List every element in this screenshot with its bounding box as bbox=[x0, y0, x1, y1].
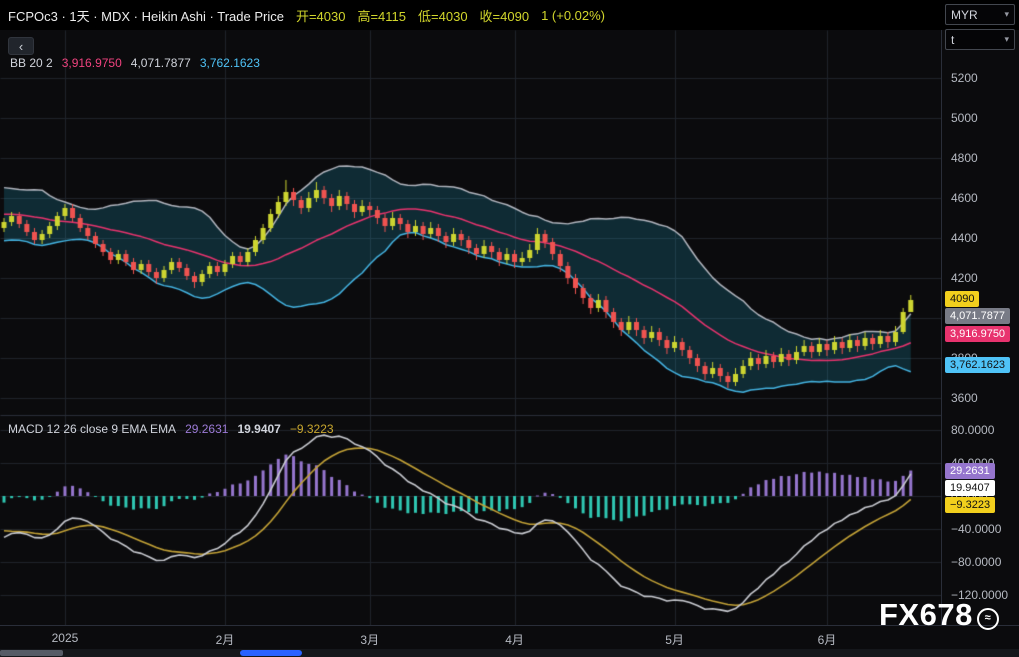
axis-tick-label: −40.0000 bbox=[951, 522, 1001, 536]
fx678-logo-icon: ≈ bbox=[977, 608, 999, 630]
price-macd-chart-canvas[interactable] bbox=[0, 30, 941, 625]
price-label-badge: 4,071.7877 bbox=[945, 308, 1010, 324]
scrollbar-handle[interactable] bbox=[240, 650, 302, 656]
chevron-down-icon: ▾ bbox=[1004, 9, 1009, 20]
time-axis-label: 2025 bbox=[52, 631, 79, 645]
axis-tick-label: 5200 bbox=[951, 71, 978, 85]
macd-line-value: 19.9407 bbox=[237, 422, 280, 436]
bollinger-upper-value: 4,071.7877 bbox=[131, 56, 191, 70]
time-axis-label: 6月 bbox=[818, 631, 837, 648]
price-label-badge: 3,916.9750 bbox=[945, 326, 1010, 342]
axis-tick-label: 4600 bbox=[951, 191, 978, 205]
horizontal-scrollbar[interactable] bbox=[0, 649, 1019, 657]
symbol-title[interactable]: FCPOc3 · 1天 · MDX · Heikin Ashi · Trade … bbox=[8, 6, 284, 25]
symbol-header: FCPOc3 · 1天 · MDX · Heikin Ashi · Trade … bbox=[0, 0, 1019, 30]
time-axis-label: 3月 bbox=[360, 631, 379, 648]
axis-tick-label: 4200 bbox=[951, 271, 978, 285]
axis-tick-label: 4800 bbox=[951, 151, 978, 165]
price-label-badge: 3,762.1623 bbox=[945, 357, 1010, 373]
price-axis[interactable]: 36003800400042004400460048005000520080.0… bbox=[941, 0, 1019, 657]
axis-tick-label: 4400 bbox=[951, 231, 978, 245]
axis-tick-label: 3600 bbox=[951, 391, 978, 405]
price-label-badge: 4090 bbox=[945, 291, 979, 307]
currency-select[interactable]: MYR ▾ bbox=[945, 4, 1015, 25]
bollinger-basis-value: 3,916.9750 bbox=[62, 56, 122, 70]
axis-tick-label: 80.0000 bbox=[951, 423, 994, 437]
price-label-badge: 19.9407 bbox=[945, 480, 995, 496]
axis-tick-label: −80.0000 bbox=[951, 555, 1001, 569]
fx678-watermark: FX678 ≈ bbox=[879, 597, 999, 633]
high-value: 高=4115 bbox=[357, 6, 406, 25]
time-axis-label: 2月 bbox=[216, 631, 235, 648]
bollinger-lower-value: 3,762.1623 bbox=[200, 56, 260, 70]
axis-tick-label: 5000 bbox=[951, 111, 978, 125]
unit-select[interactable]: t ▾ bbox=[945, 29, 1015, 50]
bollinger-legend: BB 20 2 3,916.9750 4,071.7877 3,762.1623 bbox=[10, 56, 260, 70]
price-label-badge: 29.2631 bbox=[945, 463, 995, 479]
time-axis-label: 5月 bbox=[665, 631, 684, 648]
bollinger-legend-title: BB 20 2 bbox=[10, 56, 53, 70]
back-button[interactable]: ‹ bbox=[8, 37, 34, 55]
chevron-down-icon: ▾ bbox=[1004, 34, 1009, 45]
change-value: 1 (+0.02%) bbox=[541, 8, 605, 23]
fx678-watermark-text: FX678 bbox=[879, 597, 973, 633]
time-axis[interactable]: 2025 2月 3月 4月 5月 6月 bbox=[0, 625, 1019, 649]
macd-histogram-value: 29.2631 bbox=[185, 422, 228, 436]
close-value: 收=4090 bbox=[480, 6, 530, 25]
unit-select-value: t bbox=[951, 33, 954, 47]
currency-select-value: MYR bbox=[951, 8, 978, 22]
back-arrow-icon: ‹ bbox=[19, 39, 23, 54]
time-axis-label: 4月 bbox=[505, 631, 524, 648]
low-value: 低=4030 bbox=[418, 6, 468, 25]
macd-signal-value: −9.3223 bbox=[290, 422, 334, 436]
macd-legend-title: MACD 12 26 close 9 EMA EMA bbox=[8, 422, 176, 436]
macd-legend: MACD 12 26 close 9 EMA EMA 29.2631 19.94… bbox=[8, 422, 334, 436]
open-value: 开=4030 bbox=[296, 6, 346, 25]
trading-chart-app: FCPOc3 · 1天 · MDX · Heikin Ashi · Trade … bbox=[0, 0, 1019, 657]
scrollbar-left-segment[interactable] bbox=[0, 650, 63, 656]
price-label-badge: −9.3223 bbox=[945, 497, 995, 513]
